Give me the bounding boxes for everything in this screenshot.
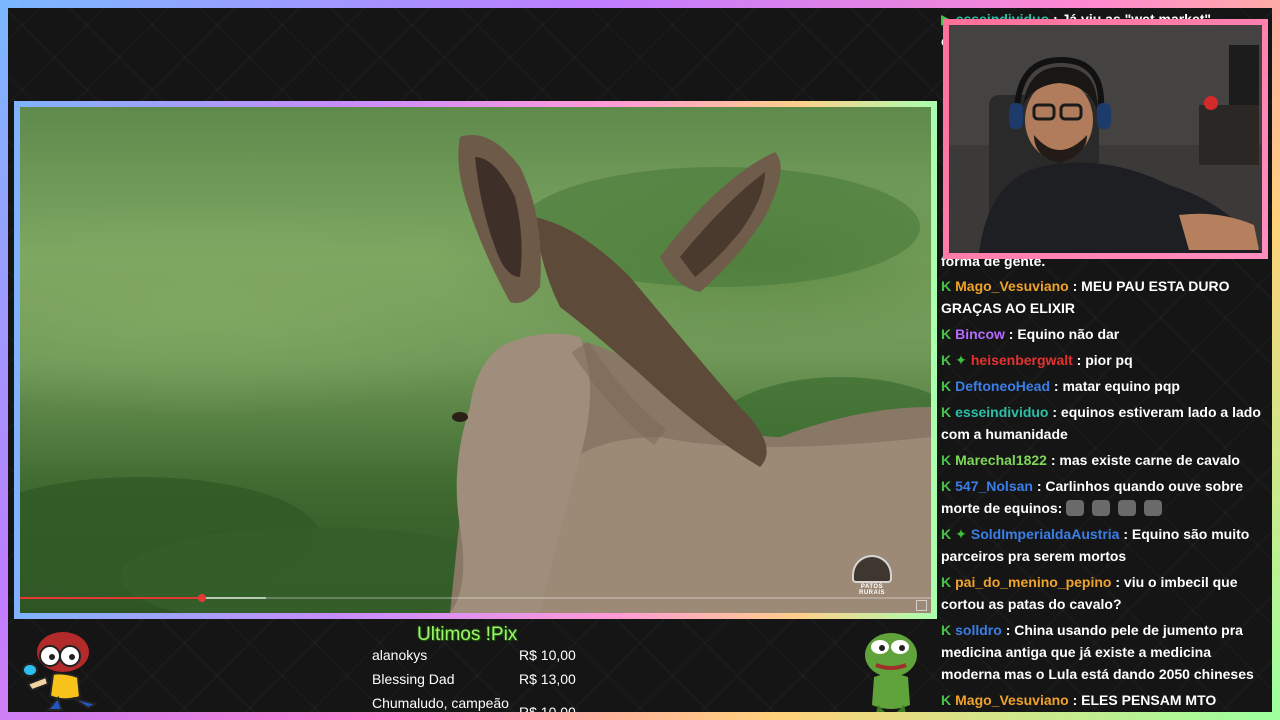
chat-badge-icon: K xyxy=(941,352,952,368)
pix-amount: R$ 10,00 xyxy=(519,704,576,720)
chat-text: : mas existe carne de cavalo xyxy=(1050,452,1240,468)
chat-username[interactable]: Mago_Vesuviano xyxy=(955,278,1069,294)
video-frame[interactable]: PATOS RURAIS xyxy=(20,107,931,613)
chat-message: K Mago_Vesuviano : ELES PENSAM MTO xyxy=(941,689,1266,711)
chat-badge-icon: K xyxy=(941,404,952,420)
pix-donor-name: Chumaludo, campeão xyxy=(372,695,509,711)
streamer-image xyxy=(949,25,1262,253)
chat-message: K ✦ heisenbergwalt : pior pq xyxy=(941,349,1266,371)
chat-username[interactable]: 547_Nolsan xyxy=(955,478,1033,494)
chat-badge-icon: K xyxy=(941,574,952,590)
watermark-text: PATOS RURAIS xyxy=(858,584,885,596)
pix-title: Ultimos !Pix xyxy=(417,624,518,645)
chat-message: Kesseindividuo : equinos estiveram lado … xyxy=(941,401,1266,445)
emote-icon xyxy=(1066,500,1085,517)
channel-watermark: PATOS RURAIS xyxy=(847,555,897,596)
chat-username[interactable]: Mago_Vesuviano xyxy=(955,692,1069,708)
watermark-logo-icon xyxy=(852,555,892,583)
chat-message: K Marechal1822 : mas existe carne de cava… xyxy=(941,449,1266,471)
video-progress-bar[interactable] xyxy=(20,594,931,602)
chat-username[interactable]: heisenbergwalt xyxy=(971,352,1073,368)
chat-badge-icon: K xyxy=(941,452,952,468)
chat-message: K Bincow : Equino não dar xyxy=(941,323,1266,345)
chat-badge-icon: K xyxy=(941,622,952,638)
chat-message: K Mago_Vesuviano : MEU PAU ESTA DURO GRAÇ… xyxy=(941,275,1266,319)
chat-username[interactable]: Marechal1822 xyxy=(955,452,1047,468)
mascot-character-left xyxy=(22,632,99,711)
chat-text: : Equino não dar xyxy=(1008,326,1120,342)
chat-username[interactable]: pai_do_menino_pepino xyxy=(955,574,1111,590)
fullscreen-icon[interactable] xyxy=(916,600,927,611)
pix-amount: R$ 10,00 xyxy=(519,647,576,663)
chat-text: : pior pq xyxy=(1076,352,1133,368)
gem-badge-icon: ✦ xyxy=(955,352,967,368)
chat-badge-icon: K xyxy=(941,526,952,542)
webcam-feed xyxy=(949,25,1262,253)
chat-badge-icon: K xyxy=(941,326,952,342)
chat-badge-icon: K xyxy=(941,278,952,294)
chat-badge-icon: K xyxy=(941,692,952,708)
chat-username[interactable]: DeftoneoHead xyxy=(955,378,1050,394)
pix-amount: R$ 13,00 xyxy=(519,671,576,687)
chat-username[interactable]: SoldImperialdaAustria xyxy=(971,526,1120,542)
emote-icon xyxy=(1144,500,1163,517)
chat-message: K 547_Nolsan : Carlinhos quando ouve sobr… xyxy=(941,475,1266,519)
emote-icon xyxy=(1092,500,1111,517)
gem-badge-icon: ✦ xyxy=(955,526,967,542)
frog-mascot-right xyxy=(865,633,917,713)
chat-text: : ELES PENSAM MTO xyxy=(1072,692,1217,708)
donkey-image xyxy=(20,135,931,613)
chat-username[interactable]: Bincow xyxy=(955,326,1005,342)
chat-message: K ✦ SoldImperialdaAustria : Equino são mui… xyxy=(941,523,1266,567)
pix-donor-name: alanokys xyxy=(372,647,428,663)
chat-text: : matar equino pqp xyxy=(1053,378,1180,394)
chat-username[interactable]: esseindividuo xyxy=(955,404,1048,420)
chat-message: Kpai_do_menino_pepino : viu o imbecil qu… xyxy=(941,571,1266,615)
chat-username[interactable]: solldro xyxy=(955,622,1002,638)
chat-badge-icon: K xyxy=(941,478,952,494)
pix-donor-name: Blessing Dad xyxy=(372,671,455,687)
chat-message: Ksolldro : China usando pele de jumento … xyxy=(941,619,1266,685)
emote-icon xyxy=(1118,500,1137,517)
webcam-frame xyxy=(943,19,1268,259)
progress-played xyxy=(20,597,203,599)
pix-donations-panel: Ultimos !Pix alanokys R$ 10,00 Blessing … xyxy=(372,622,592,720)
video-player[interactable]: PATOS RURAIS xyxy=(14,101,937,619)
chat-message: K DeftoneoHead : matar equino pqp xyxy=(941,375,1266,397)
chat-badge-icon: K xyxy=(941,378,952,394)
